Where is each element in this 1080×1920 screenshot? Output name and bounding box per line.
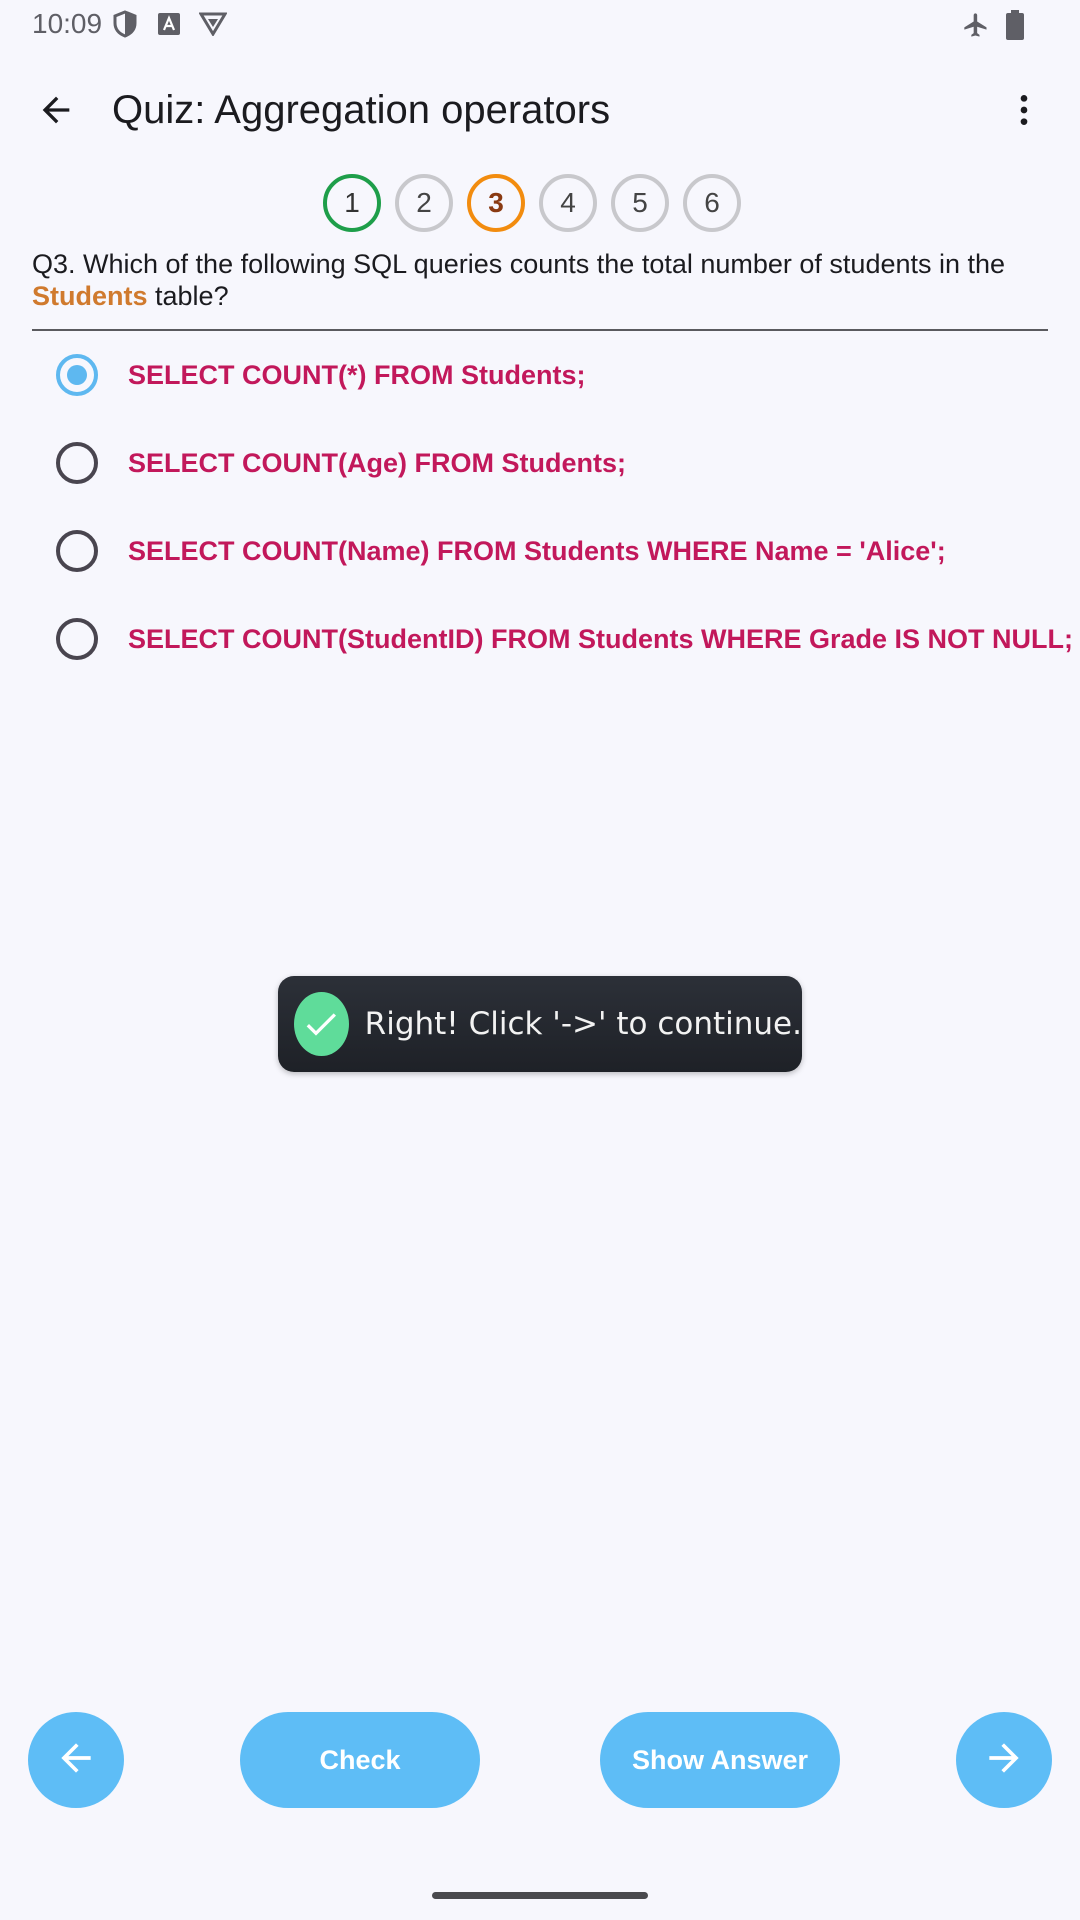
toast: Right! Click '->' to continue. <box>278 976 802 1072</box>
step-4[interactable]: 4 <box>539 174 597 232</box>
question-stepper: 1 2 3 4 5 6 <box>0 174 1080 234</box>
question-text-end: table? <box>147 281 229 311</box>
divider <box>32 329 1048 331</box>
airplane-mode-icon <box>962 11 990 44</box>
radio-unselected-icon[interactable] <box>56 530 98 572</box>
more-options-button[interactable] <box>996 84 1052 140</box>
option-label: SELECT COUNT(*) FROM Students; <box>128 359 586 390</box>
option-label: SELECT COUNT(Name) FROM Students WHERE N… <box>128 535 946 566</box>
toast-message: Right! Click '->' to continue. <box>364 1006 802 1042</box>
option-label: SELECT COUNT(Age) FROM Students; <box>128 447 626 478</box>
check-button[interactable]: Check <box>240 1712 480 1808</box>
question-highlight: Students <box>32 281 148 311</box>
arrow-left-icon <box>54 1736 98 1785</box>
radio-unselected-icon[interactable] <box>56 442 98 484</box>
question-text-main: Q3. Which of the following SQL queries c… <box>32 249 1006 279</box>
font-a-icon <box>158 13 180 40</box>
option-4[interactable]: SELECT COUNT(StudentID) FROM Students WH… <box>56 609 1073 669</box>
option-2[interactable]: SELECT COUNT(Age) FROM Students; <box>56 433 626 493</box>
radio-selected-icon[interactable] <box>56 354 98 396</box>
question-text: Q3. Which of the following SQL queries c… <box>32 248 1052 312</box>
check-circle-icon <box>294 992 349 1056</box>
home-indicator[interactable] <box>432 1892 648 1899</box>
status-bar: 10:09 <box>0 0 1080 48</box>
battery-icon <box>1006 10 1024 45</box>
option-3[interactable]: SELECT COUNT(Name) FROM Students WHERE N… <box>56 521 946 581</box>
arrow-back-icon <box>36 90 76 135</box>
radio-unselected-icon[interactable] <box>56 618 98 660</box>
shield-icon <box>112 10 138 43</box>
show-answer-button[interactable]: Show Answer <box>600 1712 840 1808</box>
page-title: Quiz: Aggregation operators <box>112 88 611 132</box>
arrow-right-icon <box>982 1736 1026 1785</box>
more-vert-icon <box>1004 90 1044 135</box>
app-bar: Quiz: Aggregation operators <box>0 70 1080 154</box>
step-3[interactable]: 3 <box>467 174 525 232</box>
step-1[interactable]: 1 <box>323 174 381 232</box>
step-5[interactable]: 5 <box>611 174 669 232</box>
back-button[interactable] <box>28 84 84 140</box>
previous-button[interactable] <box>28 1712 124 1808</box>
option-label: SELECT COUNT(StudentID) FROM Students WH… <box>128 623 1073 654</box>
option-1[interactable]: SELECT COUNT(*) FROM Students; <box>56 345 585 405</box>
vpn-badge-icon <box>198 12 228 41</box>
step-6[interactable]: 6 <box>683 174 741 232</box>
status-time: 10:09 <box>32 8 103 39</box>
next-button[interactable] <box>956 1712 1052 1808</box>
step-2[interactable]: 2 <box>395 174 453 232</box>
